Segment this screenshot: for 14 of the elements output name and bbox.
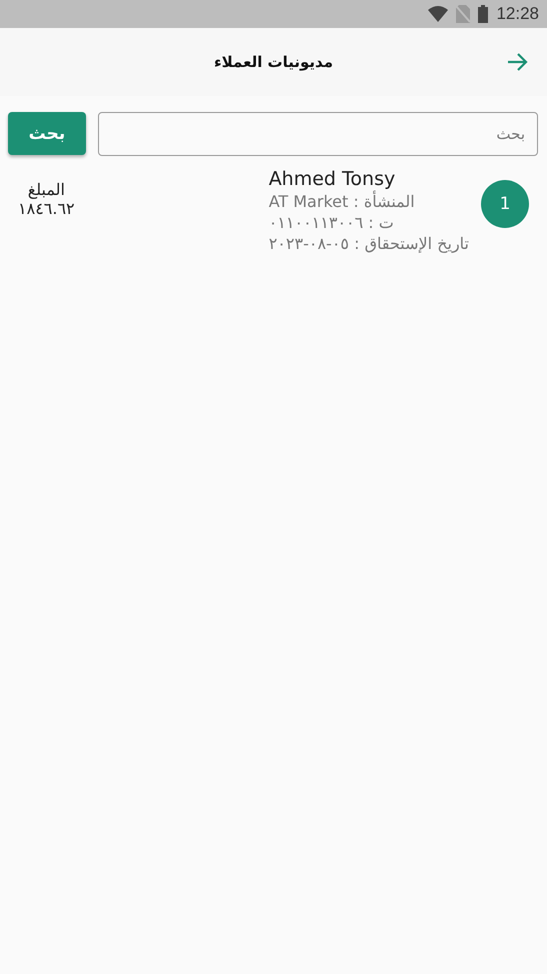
battery-icon bbox=[478, 5, 488, 23]
customer-name: Ahmed Tonsy bbox=[268, 168, 396, 190]
due-date-text: تاريخ الإستحقاق : ٠٥-٠٨-٢٠٢٣ bbox=[268, 234, 469, 253]
no-sim-icon bbox=[456, 5, 470, 23]
page-title: مديونيات العملاء bbox=[214, 53, 334, 71]
search-button[interactable]: بحث bbox=[8, 112, 86, 155]
phone-text: ت : ٠١١٠٠١١٣٠٠٦ bbox=[268, 213, 394, 232]
status-time: 12:28 bbox=[496, 4, 539, 24]
wifi-icon bbox=[428, 6, 448, 22]
company-text: المنشأة : AT Market bbox=[268, 192, 415, 211]
amount-value: ١٨٤٦.٦٢ bbox=[18, 199, 75, 218]
amount-label: المبلغ bbox=[28, 180, 65, 199]
avatar-number: 1 bbox=[481, 180, 529, 228]
search-field[interactable]: بحث bbox=[98, 112, 538, 156]
